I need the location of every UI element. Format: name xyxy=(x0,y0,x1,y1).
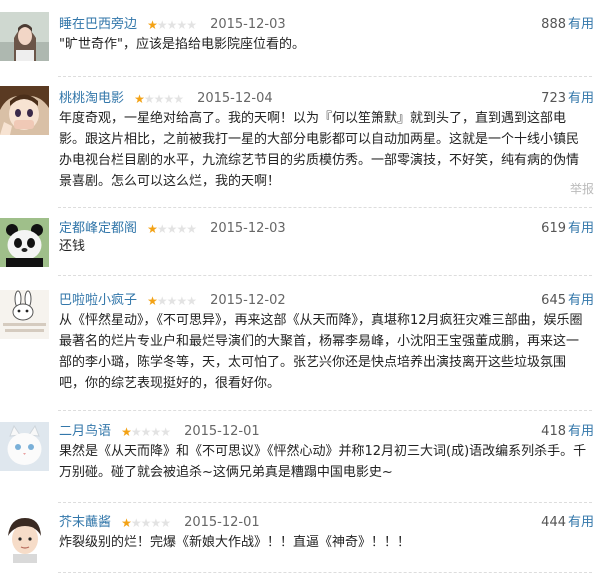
review-text: 还钱 xyxy=(59,239,86,254)
review-date: 2015-12-04 xyxy=(197,91,273,106)
divider xyxy=(58,502,592,503)
report-link[interactable]: 举报 xyxy=(570,180,594,197)
username-link[interactable]: 巴啦啦小疯子 xyxy=(59,293,137,308)
review-item: 巴啦啦小疯子 ★★★★★ 2015-12-02 645 有用 从《怦然星动》，《… xyxy=(0,284,600,404)
rating-stars: ★★★★★ xyxy=(147,294,197,308)
review-header: 睡在巴西旁边 ★★★★★ 2015-12-03 xyxy=(59,16,286,34)
review-header: 巴啦啦小疯子 ★★★★★ 2015-12-02 xyxy=(59,292,286,310)
review-header: 二月鸟语 ★★★★★ 2015-12-01 xyxy=(59,423,260,441)
review-text: "旷世奇作"，应该是掐给电影院座位看的。 xyxy=(59,37,305,52)
review-header: 芥末蘸酱 ★★★★★ 2015-12-01 xyxy=(59,514,260,532)
username-link[interactable]: 二月鸟语 xyxy=(59,424,111,439)
divider xyxy=(58,410,592,411)
rating-stars: ★★★★★ xyxy=(121,425,171,439)
review-item: 芥末蘸酱 ★★★★★ 2015-12-01 444 有用 炸裂级别的烂！完爆《新… xyxy=(0,508,600,580)
username-link[interactable]: 睡在巴西旁边 xyxy=(59,17,137,32)
review-item: 桃桃淘电影 ★★★★★ 2015-12-04 723 有用 年度奇观，一星绝对给… xyxy=(0,80,600,205)
useful-count: 723 xyxy=(541,91,566,106)
review-date: 2015-12-02 xyxy=(210,293,286,308)
review-text: 从《怦然星动》，《不可思异》，再来这部《从天而降》，真堪称12月疯狂灾难三部曲，… xyxy=(59,313,583,391)
review-date: 2015-12-03 xyxy=(210,17,286,32)
review-text: 炸裂级别的烂！完爆《新娘大作战》！！直逼《神奇》！！！ xyxy=(59,535,411,550)
cartoon-boy-avatar[interactable] xyxy=(0,514,49,563)
useful-button[interactable]: 有用 xyxy=(568,423,594,441)
rating-stars: ★★★★★ xyxy=(134,92,184,106)
useful-button[interactable]: 有用 xyxy=(568,514,594,532)
useful-count: 444 xyxy=(541,515,566,530)
review-item: 二月鸟语 ★★★★★ 2015-12-01 418 有用 果然是《从天而降》和《… xyxy=(0,416,600,500)
useful-count: 418 xyxy=(541,424,566,439)
white-cat-avatar[interactable] xyxy=(0,422,49,471)
anime-girl-avatar[interactable] xyxy=(0,86,49,135)
useful-button[interactable]: 有用 xyxy=(568,292,594,310)
username-link[interactable]: 芥末蘸酱 xyxy=(59,515,111,530)
review-date: 2015-12-03 xyxy=(210,221,286,236)
review-date: 2015-12-01 xyxy=(184,424,260,439)
panda-avatar[interactable] xyxy=(0,218,49,267)
girl-photo-avatar[interactable] xyxy=(0,12,49,61)
rating-stars: ★★★★★ xyxy=(121,516,171,530)
useful-count: 888 xyxy=(541,17,566,32)
rabbit-sticker-avatar[interactable] xyxy=(0,290,49,339)
review-header: 桃桃淘电影 ★★★★★ 2015-12-04 xyxy=(59,90,273,108)
rating-stars: ★★★★★ xyxy=(147,18,197,32)
useful-button[interactable]: 有用 xyxy=(568,16,594,34)
divider xyxy=(58,572,592,573)
review-date: 2015-12-01 xyxy=(184,515,260,530)
review-item: 定都峰定都阁 ★★★★★ 2015-12-03 619 有用 还钱 xyxy=(0,210,600,270)
divider xyxy=(58,207,592,208)
review-item: 睡在巴西旁边 ★★★★★ 2015-12-03 888 有用 "旷世奇作"，应该… xyxy=(0,0,600,70)
review-text: 果然是《从天而降》和《不可思议》《怦然心动》并称12月初三大词(成)语改编系列杀… xyxy=(59,444,587,480)
divider xyxy=(58,76,592,77)
username-link[interactable]: 定都峰定都阁 xyxy=(59,221,137,236)
useful-count: 645 xyxy=(541,293,566,308)
username-link[interactable]: 桃桃淘电影 xyxy=(59,91,124,106)
divider xyxy=(58,275,592,276)
review-text: 年度奇观，一星绝对给高了。我的天啊！以为『何以笙箫默』就到头了，直到遇到这部电影… xyxy=(59,111,580,189)
useful-button[interactable]: 有用 xyxy=(568,90,594,108)
